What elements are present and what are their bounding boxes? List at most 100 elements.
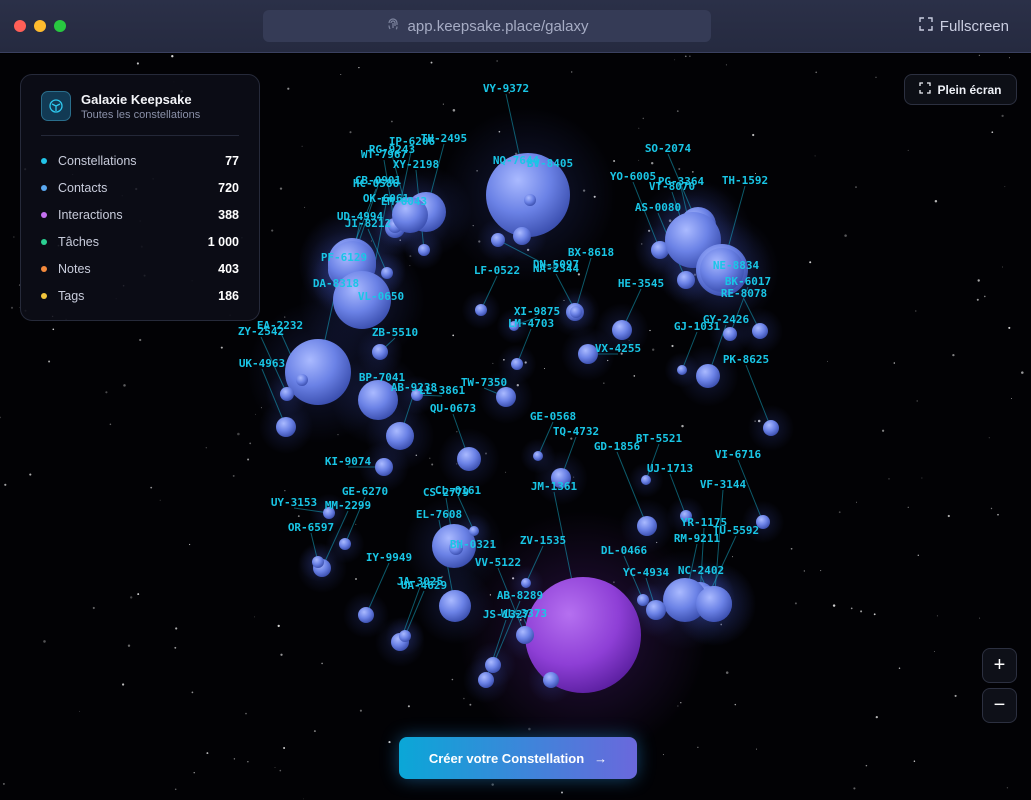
browser-fullscreen-button[interactable]: Fullscreen xyxy=(919,17,1009,35)
constellation-node[interactable] xyxy=(478,672,494,688)
constellation-label[interactable]: OR-6597 xyxy=(288,521,334,534)
constellation-label[interactable]: VY-9372 xyxy=(483,82,529,95)
constellation-label[interactable]: ZV-1535 xyxy=(520,534,566,547)
constellation-node[interactable] xyxy=(570,306,582,318)
fullscreen-button[interactable]: Plein écran xyxy=(904,74,1017,105)
constellation-label[interactable]: UY-3153 xyxy=(271,496,317,509)
constellation-label[interactable]: HC-0586 xyxy=(353,177,400,190)
constellation-label[interactable]: UK-4963 xyxy=(239,357,285,370)
constellation-label[interactable]: BV-8405 xyxy=(527,157,573,170)
constellation-label[interactable]: VI-6716 xyxy=(715,448,762,461)
constellation-node[interactable] xyxy=(677,271,695,289)
constellation-node[interactable] xyxy=(296,374,308,386)
maximize-window-button[interactable] xyxy=(54,20,66,32)
constellation-label[interactable]: QU-0673 xyxy=(430,402,476,415)
constellation-label[interactable]: UA-4629 xyxy=(401,579,447,592)
constellation-node[interactable] xyxy=(543,672,559,688)
constellation-label[interactable]: LL-3861 xyxy=(419,384,466,397)
constellation-label[interactable]: TQ-4732 xyxy=(553,425,599,438)
constellation-label[interactable]: MM-2299 xyxy=(325,499,371,512)
constellation-node[interactable] xyxy=(641,475,651,485)
constellation-label[interactable]: GE-6270 xyxy=(342,485,388,498)
constellation-label[interactable]: DA-8318 xyxy=(313,277,359,290)
constellation-node[interactable] xyxy=(763,420,779,436)
constellation-node[interactable] xyxy=(696,364,720,388)
constellation-node[interactable] xyxy=(457,447,481,471)
constellation-label[interactable]: VX-4255 xyxy=(595,342,641,355)
constellation-node[interactable] xyxy=(485,657,501,673)
constellation-label[interactable]: IY-9949 xyxy=(366,551,412,564)
constellation-node[interactable] xyxy=(646,600,666,620)
constellation-label[interactable]: ZB-5510 xyxy=(372,326,418,339)
constellation-label[interactable]: BT-5521 xyxy=(636,432,683,445)
constellation-label[interactable]: LM-4703 xyxy=(508,317,554,330)
constellation-node[interactable] xyxy=(375,458,393,476)
constellation-node[interactable] xyxy=(511,358,523,370)
constellation-label[interactable]: EM-6043 xyxy=(381,195,427,208)
constellation-node[interactable] xyxy=(521,578,531,588)
constellation-label[interactable]: DL-0466 xyxy=(601,544,648,557)
constellation-label[interactable]: UJ-1713 xyxy=(647,462,693,475)
constellation-node[interactable] xyxy=(637,594,649,606)
constellation-label[interactable]: XY-2198 xyxy=(393,158,439,171)
constellation-label[interactable]: BH-0321 xyxy=(450,538,497,551)
close-window-button[interactable] xyxy=(14,20,26,32)
constellation-node[interactable] xyxy=(276,417,296,437)
constellation-label[interactable]: JI-8212 xyxy=(345,217,391,230)
constellation-node[interactable] xyxy=(439,590,471,622)
constellation-label[interactable]: CL-0161 xyxy=(435,484,482,497)
constellation-node[interactable] xyxy=(752,323,768,339)
constellation-label[interactable]: ZY-2542 xyxy=(238,325,284,338)
zoom-out-button[interactable]: − xyxy=(982,688,1017,723)
constellation-label[interactable]: PK-8625 xyxy=(723,353,769,366)
constellation-node[interactable] xyxy=(399,630,411,642)
constellation-label[interactable]: WL-3373 xyxy=(501,607,547,620)
constellation-label[interactable]: RM-9211 xyxy=(674,532,721,545)
constellation-label[interactable]: PF-6129 xyxy=(321,251,367,264)
constellation-label[interactable]: TW-7350 xyxy=(461,376,507,389)
constellation-node[interactable] xyxy=(696,586,732,622)
constellation-node[interactable] xyxy=(496,387,516,407)
constellation-node[interactable] xyxy=(280,387,294,401)
zoom-in-button[interactable]: + xyxy=(982,648,1017,683)
constellation-label[interactable]: VL-0650 xyxy=(358,290,404,303)
constellation-node[interactable] xyxy=(372,344,388,360)
constellation-node[interactable] xyxy=(469,526,479,536)
constellation-label[interactable]: TH-2495 xyxy=(421,132,467,145)
constellation-node[interactable] xyxy=(312,556,324,568)
constellation-label[interactable]: PG-3364 xyxy=(658,175,705,188)
constellation-node[interactable] xyxy=(637,516,657,536)
constellation-label[interactable]: GJ-1031 xyxy=(674,320,721,333)
constellation-label[interactable]: VF-3144 xyxy=(700,478,747,491)
create-constellation-button[interactable]: Créer votre Constellation → xyxy=(399,737,637,779)
constellation-node[interactable] xyxy=(285,339,351,405)
constellation-label[interactable]: YC-4934 xyxy=(623,566,670,579)
constellation-node[interactable] xyxy=(524,194,536,206)
constellation-node[interactable] xyxy=(475,304,487,316)
constellation-node[interactable] xyxy=(491,233,505,247)
constellation-node[interactable] xyxy=(381,267,393,279)
constellation-node[interactable] xyxy=(677,365,687,375)
constellation-label[interactable]: EL-7608 xyxy=(416,508,462,521)
constellation-node[interactable] xyxy=(723,327,737,341)
constellation-node[interactable] xyxy=(358,607,374,623)
constellation-node[interactable] xyxy=(418,244,430,256)
constellation-node[interactable] xyxy=(612,320,632,340)
constellation-label[interactable]: KI-9074 xyxy=(325,455,372,468)
constellation-node[interactable] xyxy=(516,626,534,644)
constellation-label[interactable]: HE-3545 xyxy=(618,277,664,290)
constellation-node[interactable] xyxy=(533,451,543,461)
constellation-label[interactable]: AB-8289 xyxy=(497,589,543,602)
constellation-node[interactable] xyxy=(339,538,351,550)
constellation-label[interactable]: GE-0568 xyxy=(530,410,576,423)
constellation-label[interactable]: RE-8078 xyxy=(721,287,767,300)
constellation-label[interactable]: JM-1361 xyxy=(531,480,578,493)
constellation-label[interactable]: AS-0080 xyxy=(635,201,681,214)
constellation-label[interactable]: GD-1856 xyxy=(594,440,641,453)
constellation-label[interactable]: NE-8834 xyxy=(713,259,760,272)
constellation-label[interactable]: TH-1592 xyxy=(722,174,768,187)
constellation-node[interactable] xyxy=(513,227,531,245)
minimize-window-button[interactable] xyxy=(34,20,46,32)
constellation-node[interactable] xyxy=(386,422,414,450)
constellation-label[interactable]: NC-2402 xyxy=(678,564,724,577)
